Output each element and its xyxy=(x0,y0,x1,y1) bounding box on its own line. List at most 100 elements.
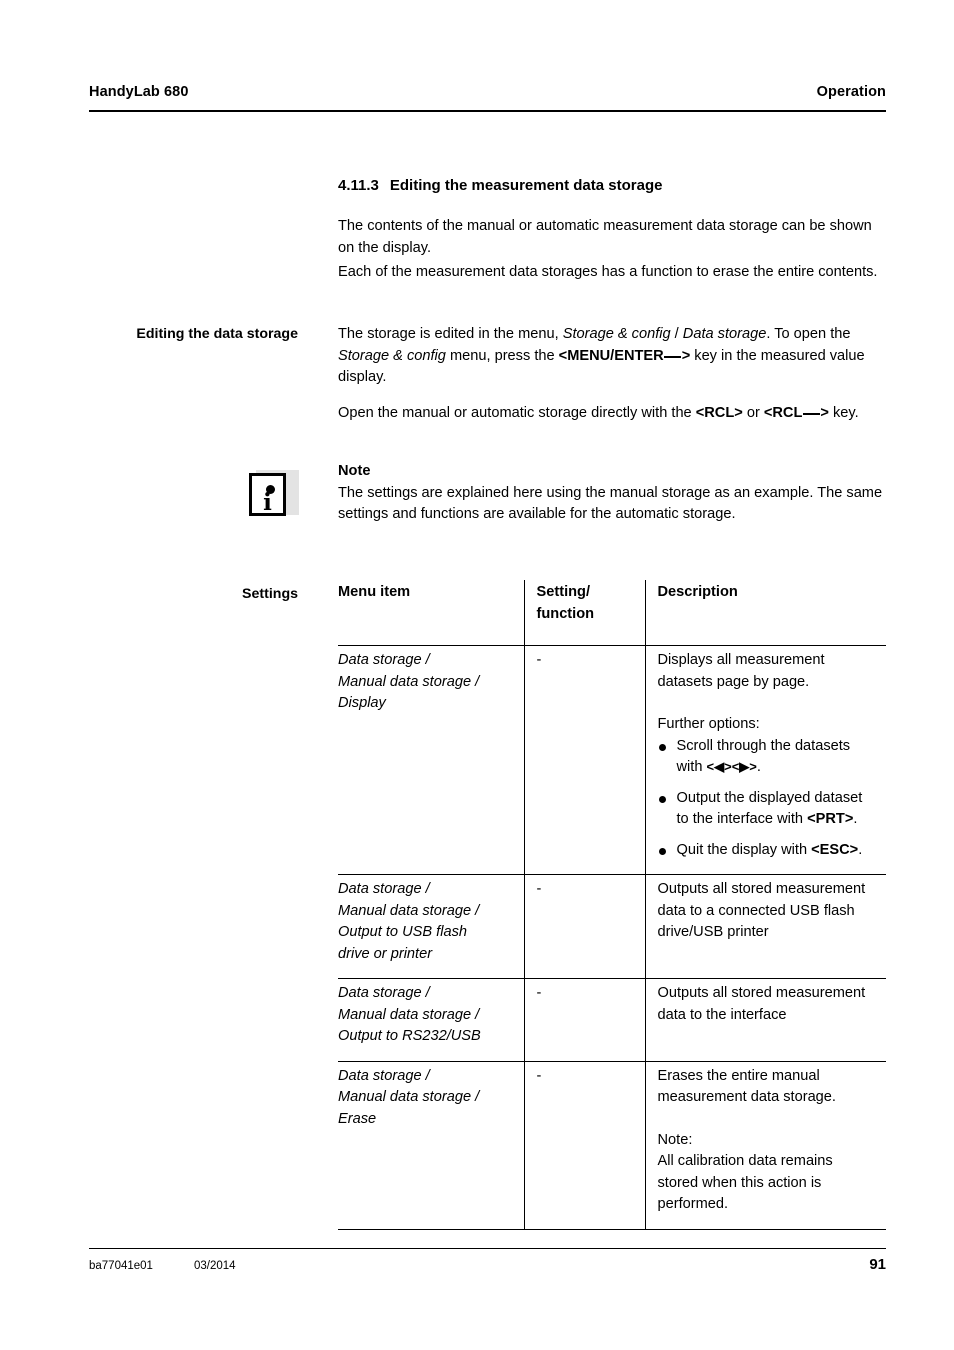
key-label-prt: <PRT> xyxy=(807,811,854,827)
info-icon-box: i xyxy=(249,473,286,516)
table-row: Data storage / Manual data storage / Era… xyxy=(338,1061,886,1230)
cell-menu-path: Data storage / Manual data storage / Out… xyxy=(338,978,524,1062)
menu-path-line: Manual data storage / xyxy=(338,673,480,690)
cell-setting-function: - xyxy=(523,978,645,1062)
cell-note-label: Note: xyxy=(657,1131,693,1148)
menu-path-line: Data storage / xyxy=(338,881,430,897)
list-item: Scroll through the datasets with <◀><▶>. xyxy=(658,736,878,779)
menu-path-line: Erase xyxy=(338,1110,377,1127)
cell-menu-path: Data storage / Manual data storage / Dis… xyxy=(338,645,524,875)
option-text-end: . xyxy=(858,841,863,858)
header-chapter-title: Operation xyxy=(816,84,886,100)
description-lead: Outputs all stored measurement data to t… xyxy=(657,985,866,1023)
edit-p2-text-3: key. xyxy=(828,405,859,421)
intro-paragraph-1-text: The contents of the manual or automatic … xyxy=(338,218,872,256)
key-label-rcl-long-close: > xyxy=(820,405,829,421)
cell-setting-function: - xyxy=(523,1061,645,1230)
menu-name-storage-config-2: Storage & config xyxy=(338,347,446,364)
cell-note-text: All calibration data remains stored when… xyxy=(657,1153,833,1212)
column-header-description: Description xyxy=(644,580,886,646)
key-label-arrows: <◀><▶> xyxy=(706,759,757,774)
intro-paragraph-2-text: Each of the measurement data storages ha… xyxy=(338,264,878,280)
editing-paragraph-2: Open the manual or automatic storage dir… xyxy=(338,403,886,425)
key-label-rcl-long-text: <RCL xyxy=(763,405,803,421)
cell-setting-function: - xyxy=(523,645,645,875)
further-options-list: Scroll through the datasets with <◀><▶>.… xyxy=(658,736,878,862)
table-row: Data storage / Manual data storage / Out… xyxy=(338,978,886,1062)
menu-path-line: Output to RS232/USB xyxy=(338,1028,481,1044)
edit-p2-text-1: Open the manual or automatic storage dir… xyxy=(338,405,696,421)
editing-paragraph-1: The storage is edited in the menu, Stora… xyxy=(338,324,886,389)
section-number: 4.11.3 xyxy=(338,177,379,194)
cell-menu-path: Data storage / Manual data storage / Out… xyxy=(338,874,524,979)
column-header-menu-item: Menu item xyxy=(338,580,524,646)
header-product-title: HandyLab 680 xyxy=(89,84,189,100)
cell-menu-path: Data storage / Manual data storage / Era… xyxy=(338,1061,524,1230)
key-label-menu-enter-close: > xyxy=(681,347,691,364)
menu-name-data-storage: Data storage xyxy=(682,326,767,342)
long-press-underline-2 xyxy=(802,413,820,415)
option-text-end: . xyxy=(756,759,761,775)
note-block: Note The settings are explained here usi… xyxy=(338,461,886,526)
column-header-setting-line2: function xyxy=(536,605,595,622)
page-header: HandyLab 680 Operation xyxy=(89,84,886,100)
description-lead: Erases the entire manual measurement dat… xyxy=(657,1067,836,1106)
header-divider xyxy=(89,110,886,112)
menu-path-line: Data storage / xyxy=(338,1067,430,1084)
menu-path-line: Display xyxy=(338,695,386,711)
menu-path-line: drive or printer xyxy=(338,945,433,962)
menu-path-line: Manual data storage / xyxy=(338,1006,480,1023)
key-label-menu-enter: <MENU/ENTER > xyxy=(559,348,691,364)
key-label-esc: <ESC> xyxy=(811,841,859,858)
description-lead: Outputs all stored measurement data to a… xyxy=(657,881,866,940)
section-title: Editing the measurement data storage xyxy=(389,177,663,194)
bullet-icon xyxy=(658,847,666,855)
table-row: Data storage / Manual data storage / Dis… xyxy=(338,645,886,875)
long-press-underline xyxy=(664,355,682,358)
description-lead: Displays all measurement datasets page b… xyxy=(657,652,825,690)
key-label-rcl: <RCL> xyxy=(695,405,743,421)
settings-table: Menu item Setting/ function Description … xyxy=(338,580,886,1230)
edit-p1-text-1: The storage is edited in the menu, xyxy=(338,326,563,342)
section-heading: 4.11.3 Editing the measurement data stor… xyxy=(338,176,886,196)
menu-path-line: Manual data storage / xyxy=(338,902,480,919)
bullet-icon xyxy=(658,743,666,751)
column-header-setting-function: Setting/ function xyxy=(523,580,645,646)
menu-path-line: Data storage / xyxy=(338,652,430,668)
marginal-label-editing-data-storage: Editing the data storage xyxy=(136,326,298,342)
info-icon-letter: i xyxy=(263,489,272,516)
key-label-rcl-long: <RCL > xyxy=(764,405,829,421)
option-text-end: . xyxy=(853,811,858,827)
edit-p2-text-2: or xyxy=(742,405,764,421)
key-label-menu-enter-text: <MENU/ENTER xyxy=(558,347,664,364)
edit-p1-text-3: menu, press the xyxy=(445,347,559,364)
cell-setting-function: - xyxy=(523,874,645,979)
cell-description: Outputs all stored measurement data to a… xyxy=(644,874,886,979)
list-item: Output the displayed dataset to the inte… xyxy=(658,788,878,831)
edit-p1-separator: / xyxy=(670,326,683,342)
settings-table-wrapper: Menu item Setting/ function Description … xyxy=(338,580,886,1230)
footer-date: 03/2014 xyxy=(194,1260,236,1272)
edit-p1-text-2: . To open the xyxy=(766,326,851,342)
intro-paragraph-2: Each of the measurement data storages ha… xyxy=(338,262,886,284)
bullet-icon xyxy=(658,795,666,803)
menu-path-line: Output to USB flash xyxy=(338,924,467,940)
footer-document-number: ba77041e01 xyxy=(89,1260,153,1272)
option-text: Quit the display with xyxy=(676,841,812,858)
menu-name-storage-config: Storage & config xyxy=(562,326,671,342)
document-page: HandyLab 680 Operation 4.11.3 Editing th… xyxy=(0,0,954,1350)
table-header-row: Menu item Setting/ function Description xyxy=(338,580,886,646)
note-title: Note xyxy=(338,463,371,479)
page-footer: ba77041e01 03/2014 91 xyxy=(89,1256,886,1273)
cell-description: Erases the entire manual measurement dat… xyxy=(644,1061,886,1230)
option-text: Scroll through the datasets with xyxy=(676,737,851,776)
info-icon: i xyxy=(249,470,299,522)
footer-page-number: 91 xyxy=(869,1256,886,1273)
cell-description: Outputs all stored measurement data to t… xyxy=(644,978,886,1062)
menu-path-line: Manual data storage / xyxy=(338,1089,480,1105)
list-item: Quit the display with <ESC>. xyxy=(658,840,878,862)
intro-paragraph-1: The contents of the manual or automatic … xyxy=(338,216,886,259)
column-header-setting-line1: Setting/ xyxy=(536,584,591,600)
